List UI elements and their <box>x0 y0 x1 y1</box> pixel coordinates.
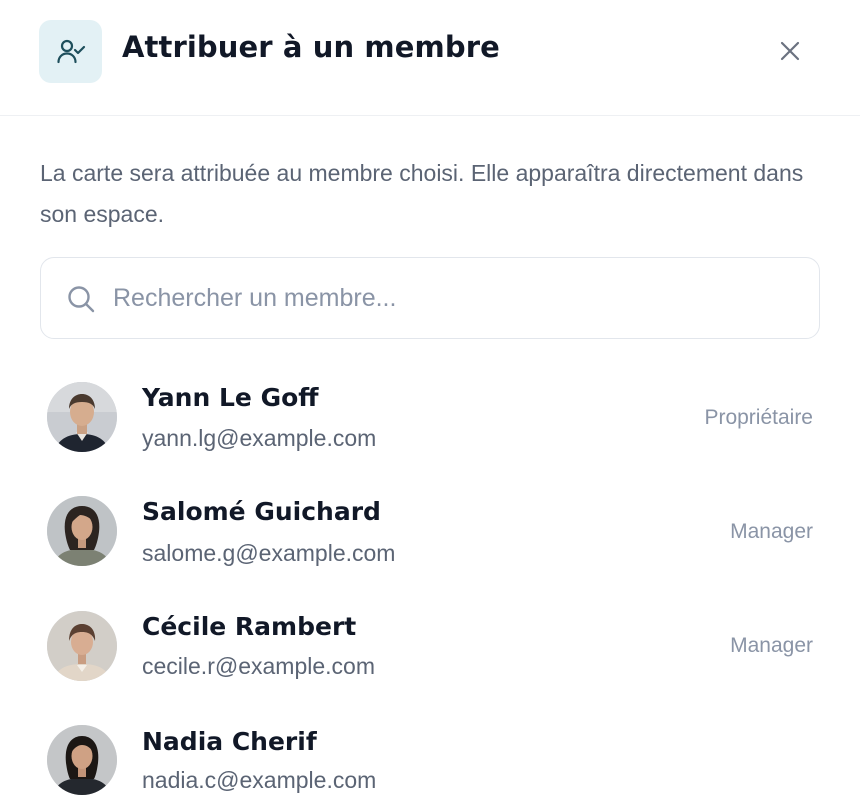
member-name: Salomé Guichard <box>142 497 381 526</box>
member-role: Manager <box>730 520 813 543</box>
member-search <box>40 257 820 339</box>
avatar <box>47 382 117 452</box>
member-email: salome.g@example.com <box>142 540 396 566</box>
header-icon-badge <box>39 20 102 83</box>
member-name: Yann Le Goff <box>142 383 319 412</box>
member-role: Propriétaire <box>704 406 813 429</box>
member-email: cecile.r@example.com <box>142 653 375 679</box>
close-icon[interactable] <box>778 39 802 63</box>
member-email: yann.lg@example.com <box>142 425 377 451</box>
avatar <box>47 611 117 681</box>
member-item[interactable]: Cécile Rambert cecile.r@example.com Mana… <box>40 606 820 706</box>
assign-member-dialog: Attribuer à un membre La carte sera attr… <box>0 0 860 810</box>
member-item[interactable]: Nadia Cherif nadia.c@example.com <box>40 720 820 810</box>
member-email: nadia.c@example.com <box>142 767 377 793</box>
user-check-icon <box>56 39 85 63</box>
close-button[interactable] <box>772 33 808 69</box>
member-role: Manager <box>730 634 813 657</box>
dialog-title: Attribuer à un membre <box>122 30 500 64</box>
search-input[interactable] <box>113 258 803 338</box>
member-name: Cécile Rambert <box>142 612 357 641</box>
member-item[interactable]: Yann Le Goff yann.lg@example.com Proprié… <box>40 377 820 477</box>
avatar <box>47 725 117 795</box>
member-name: Nadia Cherif <box>142 727 317 756</box>
member-item[interactable]: Salomé Guichard salome.g@example.com Man… <box>40 491 820 591</box>
avatar <box>47 496 117 566</box>
dialog-header: Attribuer à un membre <box>0 0 860 116</box>
dialog-description: La carte sera attribuée au membre choisi… <box>40 160 804 227</box>
search-icon <box>68 286 95 313</box>
